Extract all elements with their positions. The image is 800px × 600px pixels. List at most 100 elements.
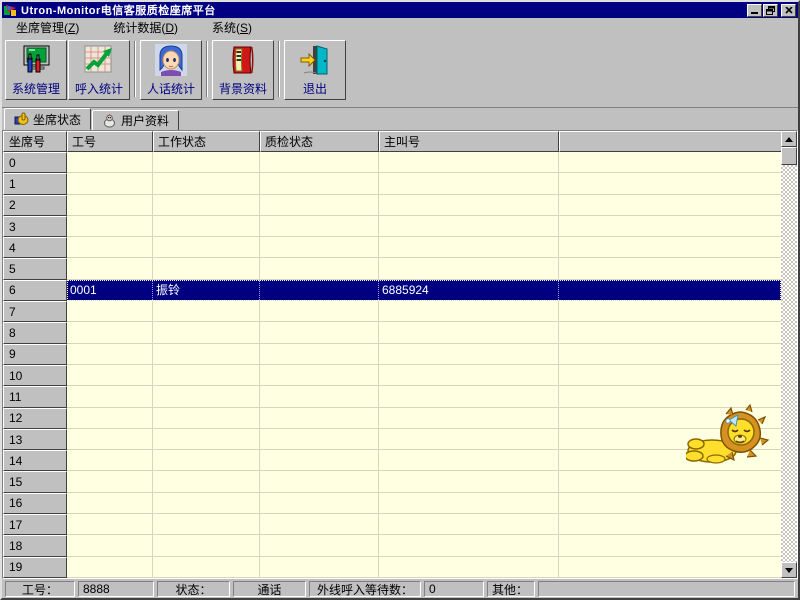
status-worker-id-value: 8888 <box>78 581 154 597</box>
row-header-seat-number[interactable]: 16 <box>3 493 67 514</box>
column-header-work-status: 工作状态 <box>153 131 260 152</box>
table-row[interactable]: 16 <box>3 493 781 514</box>
table-row[interactable]: 18 <box>3 535 781 556</box>
table-row[interactable]: 3 <box>3 216 781 237</box>
cell <box>67 258 153 278</box>
table-row[interactable]: 19 <box>3 557 781 578</box>
status-waiting-calls-label: 外线呼入等待数： <box>309 581 421 597</box>
row-cells <box>67 535 781 556</box>
cell <box>260 280 379 300</box>
row-header-seat-number[interactable]: 4 <box>3 237 67 258</box>
cell-filler <box>559 152 781 172</box>
cell <box>260 301 379 321</box>
vertical-scrollbar[interactable] <box>781 131 797 578</box>
table-row[interactable]: 14 <box>3 450 781 471</box>
table-row[interactable]: 4 <box>3 237 781 258</box>
app-window: Utron-Monitor电信客服质检座席平台 坐席管理(Z) 统计数据(D) … <box>0 0 800 600</box>
cell-filler <box>559 322 781 342</box>
table-row[interactable]: 1 <box>3 173 781 194</box>
row-header-seat-number[interactable]: 18 <box>3 535 67 556</box>
cell <box>379 514 559 534</box>
cell <box>67 386 153 406</box>
table-row[interactable]: 7 <box>3 301 781 322</box>
table-row[interactable]: 12 <box>3 408 781 429</box>
minimize-button[interactable] <box>747 4 762 17</box>
scroll-down-button[interactable] <box>781 562 797 578</box>
row-header-seat-number[interactable]: 13 <box>3 429 67 450</box>
cell <box>379 535 559 555</box>
status-other-label: 其他： <box>487 581 535 597</box>
titlebar[interactable]: Utron-Monitor电信客服质检座席平台 <box>2 2 798 18</box>
exit-door-icon <box>299 44 331 76</box>
cell-filler <box>559 514 781 534</box>
row-header-seat-number[interactable]: 5 <box>3 258 67 279</box>
incoming-call-stats-button[interactable]: 呼入统计 <box>68 40 130 100</box>
row-header-seat-number[interactable]: 1 <box>3 173 67 194</box>
operator-girl-icon <box>155 44 187 76</box>
row-header-seat-number[interactable]: 10 <box>3 365 67 386</box>
table-row[interactable]: 15 <box>3 471 781 492</box>
cell <box>379 386 559 406</box>
grid-body: 01234560001振铃688592478910111213141516171… <box>3 152 781 578</box>
tab-seat-status[interactable]: 坐席状态 <box>4 108 91 130</box>
tab-user-data[interactable]: 用户资料 <box>92 110 179 130</box>
cell <box>379 195 559 215</box>
row-header-seat-number[interactable]: 6 <box>3 280 67 301</box>
row-header-seat-number[interactable]: 17 <box>3 514 67 535</box>
cell <box>67 216 153 236</box>
row-header-seat-number[interactable]: 19 <box>3 557 67 578</box>
cell <box>379 152 559 172</box>
table-row[interactable]: 11 <box>3 386 781 407</box>
table-row[interactable]: 9 <box>3 344 781 365</box>
row-header-seat-number[interactable]: 15 <box>3 471 67 492</box>
table-row[interactable]: 0 <box>3 152 781 173</box>
row-cells <box>67 408 781 429</box>
cell: 6885924 <box>379 280 559 300</box>
close-button[interactable] <box>781 4 796 17</box>
restore-button[interactable] <box>763 4 778 17</box>
column-header-qc-status: 质检状态 <box>260 131 379 152</box>
row-header-seat-number[interactable]: 2 <box>3 195 67 216</box>
system-management-button[interactable]: 系统管理 <box>5 40 67 100</box>
agent-call-stats-button[interactable]: 人话统计 <box>140 40 202 100</box>
toolbar-button-label: 系统管理 <box>12 80 60 97</box>
tab-label: 用户资料 <box>121 112 169 129</box>
row-header-seat-number[interactable]: 9 <box>3 344 67 365</box>
table-row[interactable]: 8 <box>3 322 781 343</box>
row-header-seat-number[interactable]: 7 <box>3 301 67 322</box>
cell <box>67 471 153 491</box>
arrow-up-icon <box>785 137 793 142</box>
row-header-seat-number[interactable]: 0 <box>3 152 67 173</box>
table-row[interactable]: 2 <box>3 195 781 216</box>
table-row[interactable]: 13 <box>3 429 781 450</box>
background-data-button[interactable]: 背景资料 <box>212 40 274 100</box>
exit-button[interactable]: 退出 <box>284 40 346 100</box>
cell-filler <box>559 450 781 470</box>
cell <box>260 535 379 555</box>
table-row[interactable]: 60001振铃6885924 <box>3 280 781 301</box>
row-cells <box>67 493 781 514</box>
row-header-seat-number[interactable]: 14 <box>3 450 67 471</box>
grid-header-cells: 工号 工作状态 质检状态 主叫号 <box>67 131 781 152</box>
scroll-up-button[interactable] <box>781 131 797 147</box>
menu-item-statistics[interactable]: 统计数据(D) <box>107 17 184 38</box>
row-header-seat-number[interactable]: 12 <box>3 408 67 429</box>
table-row[interactable]: 10 <box>3 365 781 386</box>
scrollbar-track[interactable] <box>781 165 797 562</box>
scrollbar-thumb[interactable] <box>781 147 797 165</box>
cell-filler <box>559 195 781 215</box>
row-cells <box>67 450 781 471</box>
row-header-seat-number[interactable]: 11 <box>3 386 67 407</box>
row-header-seat-number[interactable]: 3 <box>3 216 67 237</box>
menu-item-seat-management[interactable]: 坐席管理(Z) <box>10 17 85 38</box>
cell <box>260 173 379 193</box>
table-row[interactable]: 17 <box>3 514 781 535</box>
table-row[interactable]: 5 <box>3 258 781 279</box>
bird-icon <box>102 114 117 128</box>
cell <box>153 471 260 491</box>
cell <box>153 216 260 236</box>
cell <box>379 493 559 513</box>
menu-item-system[interactable]: 系统(S) <box>206 17 258 38</box>
row-header-seat-number[interactable]: 8 <box>3 322 67 343</box>
row-cells <box>67 216 781 237</box>
